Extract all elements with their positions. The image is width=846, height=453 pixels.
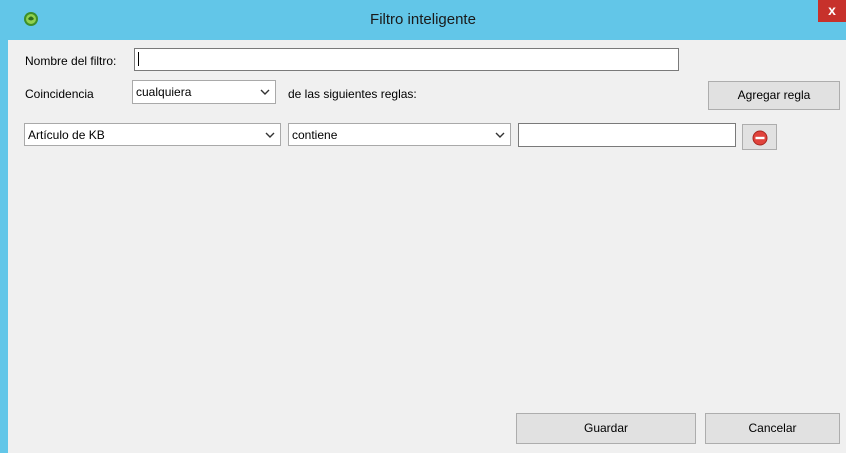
window-title: Filtro inteligente (370, 11, 476, 28)
rule-operator-select[interactable]: contiene (288, 123, 511, 146)
rules-suffix-label: de las siguientes reglas: (288, 87, 417, 101)
smart-filter-dialog: Filtro inteligente x Nombre del filtro: … (0, 0, 846, 453)
filter-name-input[interactable] (134, 48, 679, 71)
remove-rule-button[interactable] (742, 124, 777, 150)
add-rule-button[interactable]: Agregar regla (708, 81, 840, 110)
rule-field-select[interactable]: Artículo de KB (24, 123, 281, 146)
chevron-down-icon (265, 132, 275, 138)
remove-icon (752, 130, 768, 146)
close-icon: x (828, 2, 836, 18)
chevron-down-icon (495, 132, 505, 138)
chevron-down-icon (260, 89, 270, 95)
save-button[interactable]: Guardar (516, 413, 696, 444)
match-label: Coincidencia (25, 87, 94, 101)
close-button[interactable]: x (818, 0, 846, 22)
filter-name-label: Nombre del filtro: (25, 54, 117, 68)
rule-operator-value: contiene (292, 128, 338, 142)
title-bar[interactable]: Filtro inteligente x (0, 0, 846, 40)
rule-value-input[interactable] (518, 123, 736, 147)
text-caret (138, 52, 139, 66)
match-select[interactable]: cualquiera (132, 80, 276, 104)
rule-field-value: Artículo de KB (28, 128, 105, 142)
cancel-button[interactable]: Cancelar (705, 413, 840, 444)
dialog-body: Nombre del filtro: Coincidencia cualquie… (8, 40, 846, 453)
match-select-value: cualquiera (136, 85, 192, 99)
